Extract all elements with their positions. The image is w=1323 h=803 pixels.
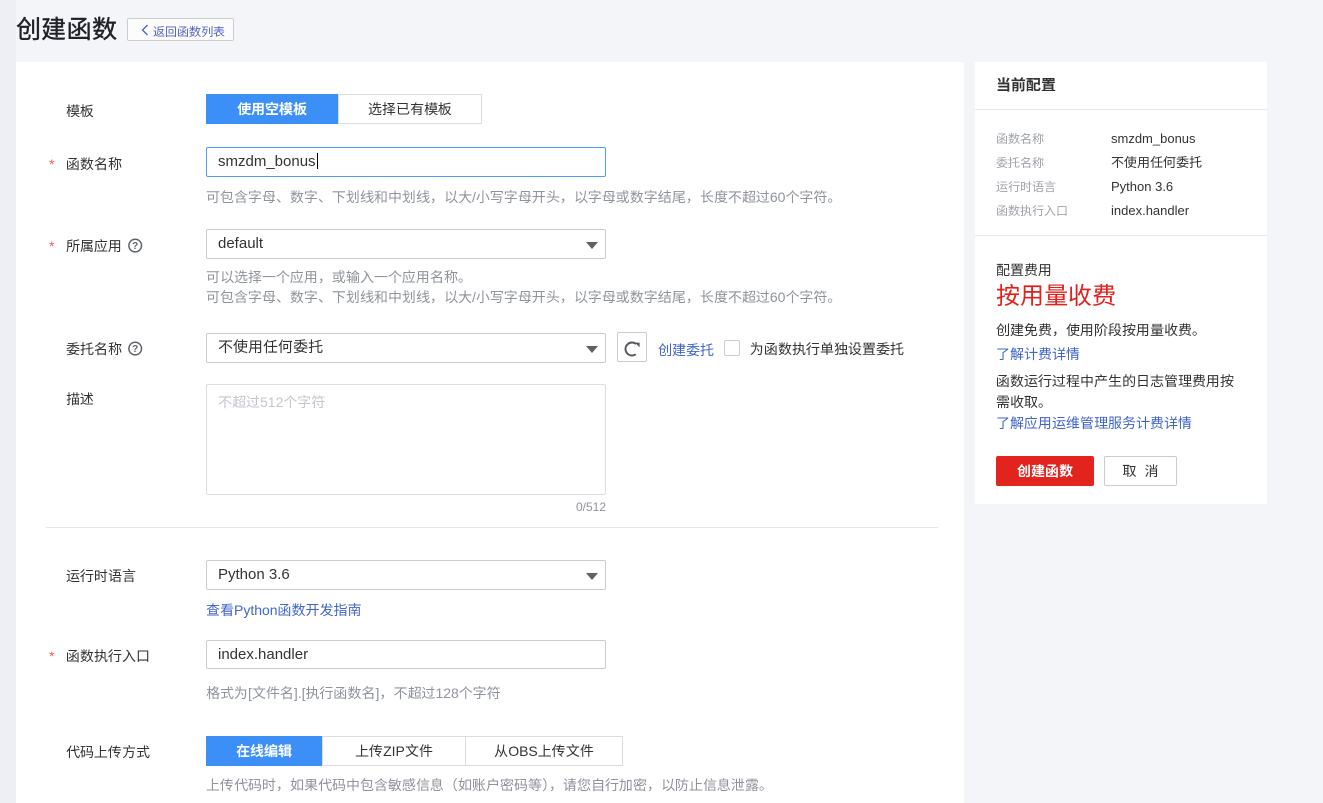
svg-text:?: ?	[132, 344, 138, 355]
svg-text:?: ?	[132, 241, 138, 252]
